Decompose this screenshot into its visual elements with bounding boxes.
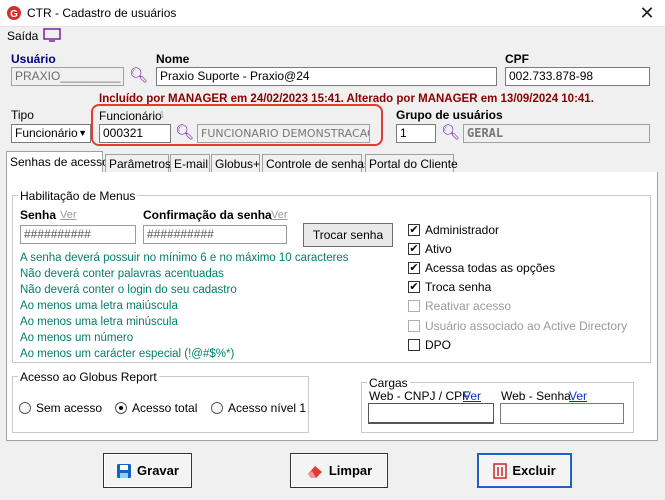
- senha-label: Senha: [20, 208, 57, 222]
- tab-parametros[interactable]: Parâmetros: [105, 154, 171, 172]
- active-directory-label: Usuário associado ao Active Directory: [425, 319, 628, 333]
- highlight-box: [91, 104, 383, 146]
- cnpj-ver-link[interactable]: Ver: [463, 389, 481, 403]
- cnpj-input[interactable]: [368, 403, 494, 424]
- acesso-total-radio[interactable]: [115, 402, 127, 414]
- grupo-search-icon[interactable]: 🔍︎: [441, 123, 460, 141]
- gravar-button[interactable]: Gravar: [103, 453, 192, 488]
- grupo-code-input[interactable]: 1: [396, 124, 436, 143]
- rule-item: Não deverá conter palavras acentuadas: [20, 268, 224, 280]
- dpo-label: DPO: [425, 338, 452, 352]
- excluir-button[interactable]: Excluir: [477, 453, 572, 488]
- eraser-icon: [307, 465, 322, 478]
- reativar-acesso-label: Reativar acesso: [425, 299, 512, 313]
- grupo-name-input[interactable]: GERAL: [463, 124, 650, 143]
- sem-acesso-label: Sem acesso: [36, 401, 103, 415]
- senha-ver-link[interactable]: Ver: [60, 209, 77, 221]
- web-senha-ver-link[interactable]: Ver: [569, 389, 587, 403]
- limpar-label: Limpar: [328, 463, 373, 478]
- usuario-search-icon[interactable]: 🔍︎: [129, 66, 148, 84]
- cnpj-label: Web - CNPJ / CPF: [369, 389, 470, 403]
- acesso-total-label: Acesso total: [132, 401, 198, 415]
- trash-icon: [493, 462, 508, 479]
- monitor-icon[interactable]: [43, 28, 61, 42]
- acessa-todas-checkbox[interactable]: ✔: [408, 262, 420, 274]
- rule-item: A senha deverá possuir no mínimo 6 e no …: [20, 252, 349, 264]
- confirmacao-label: Confirmação da senha: [143, 208, 272, 222]
- tipo-label: Tipo: [11, 108, 34, 122]
- cargas-group-label: Cargas: [367, 376, 410, 390]
- nome-label: Nome: [156, 52, 190, 66]
- troca-senha-label: Troca senha: [425, 280, 492, 294]
- cpf-label: CPF: [505, 52, 529, 66]
- administrador-label: Administrador: [425, 223, 500, 237]
- close-button[interactable]: ✕: [634, 2, 660, 24]
- tab-globus-plus[interactable]: Globus+: [211, 154, 260, 172]
- rule-item: Ao menos um número: [20, 332, 134, 344]
- menu-saida[interactable]: Saída: [7, 29, 38, 43]
- confirmacao-ver-link[interactable]: Ver: [271, 209, 288, 221]
- limpar-button[interactable]: Limpar: [290, 453, 388, 488]
- senha-input[interactable]: ##########: [20, 225, 136, 244]
- usuario-label: Usuário: [11, 52, 56, 66]
- tab-controle-de-senhas[interactable]: Controle de senhas: [262, 154, 370, 172]
- excluir-label: Excluir: [512, 463, 556, 478]
- ativo-label: Ativo: [425, 242, 452, 256]
- acesso-nivel1-radio[interactable]: [211, 402, 223, 414]
- reativar-acesso-checkbox: [408, 300, 420, 312]
- save-icon: [117, 463, 132, 478]
- active-directory-checkbox: [408, 320, 420, 332]
- globus-report-group-label: Acesso ao Globus Report: [18, 370, 159, 384]
- gravar-label: Gravar: [137, 463, 179, 478]
- web-senha-label: Web - Senha: [501, 389, 571, 403]
- confirmacao-input[interactable]: ##########: [143, 225, 287, 244]
- nome-input[interactable]: Praxio Suporte - Praxio@24: [156, 67, 497, 86]
- rule-item: Ao menos um carácter especial (!@#$%*): [20, 348, 235, 360]
- sem-acesso-radio[interactable]: [19, 402, 31, 414]
- chevron-down-icon[interactable]: ▼: [78, 126, 87, 141]
- window-title: CTR - Cadastro de usuários: [27, 6, 177, 20]
- app-logo-icon: G: [7, 6, 21, 20]
- title-bar: G CTR - Cadastro de usuários ✕: [0, 0, 665, 27]
- rule-item: Ao menos uma letra maiúscula: [20, 300, 178, 312]
- dpo-checkbox[interactable]: [408, 339, 420, 351]
- usuario-input[interactable]: PRAXIO_________: [11, 67, 124, 86]
- svg-text:G: G: [10, 9, 18, 20]
- troca-senha-checkbox[interactable]: ✔: [408, 281, 420, 293]
- rule-item: Não deverá conter o login do seu cadastr…: [20, 284, 237, 296]
- grupo-label: Grupo de usuários: [396, 108, 503, 122]
- rule-item: Ao menos uma letra minúscula: [20, 316, 178, 328]
- trocar-senha-button[interactable]: Trocar senha: [303, 223, 393, 247]
- tipo-select[interactable]: Funcionário ▼: [11, 124, 91, 143]
- tipo-value: Funcionário: [15, 126, 78, 140]
- administrador-checkbox[interactable]: ✔: [408, 224, 420, 236]
- ativo-checkbox[interactable]: ✔: [408, 243, 420, 255]
- tab-portal-do-cliente[interactable]: Portal do Cliente: [365, 154, 458, 172]
- acessa-todas-label: Acessa todas as opções: [425, 261, 556, 275]
- cpf-input[interactable]: 002.733.878-98: [505, 67, 650, 86]
- tab-senhas-de-acesso[interactable]: Senhas de acesso: [6, 151, 109, 173]
- acesso-nivel1-label: Acesso nível 1: [228, 401, 307, 415]
- habilitacao-group-label: Habilitação de Menus: [18, 189, 138, 203]
- tab-email[interactable]: E-mail: [170, 154, 210, 172]
- web-senha-input[interactable]: [500, 403, 624, 424]
